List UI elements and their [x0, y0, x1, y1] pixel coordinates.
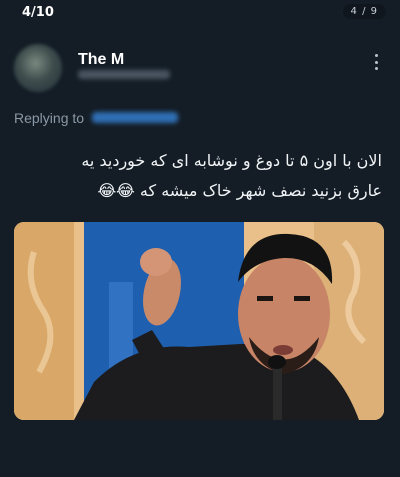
- replying-to-handle-redacted[interactable]: [92, 112, 178, 123]
- more-options-icon[interactable]: [374, 54, 378, 70]
- replying-to-label: Replying to: [14, 110, 85, 126]
- tweet-media-photo[interactable]: [14, 222, 384, 420]
- tweet-text-line-1: الان با اون ۵ تا دوغ و نوشابه ای که خورد…: [81, 151, 382, 170]
- page-indicator: 4 / 9: [342, 4, 386, 19]
- author-handle-redacted: [78, 70, 170, 79]
- tweet-text: الان با اون ۵ تا دوغ و نوشابه ای که خورد…: [14, 146, 382, 206]
- image-counter: 4/10: [22, 5, 54, 20]
- tweet-text-line-2: عارق بزنید نصف شهر خاک میشه که 😂😂: [97, 181, 382, 200]
- photo-illustration: [14, 222, 384, 420]
- author-name[interactable]: The M: [78, 51, 124, 69]
- avatar[interactable]: [14, 44, 62, 92]
